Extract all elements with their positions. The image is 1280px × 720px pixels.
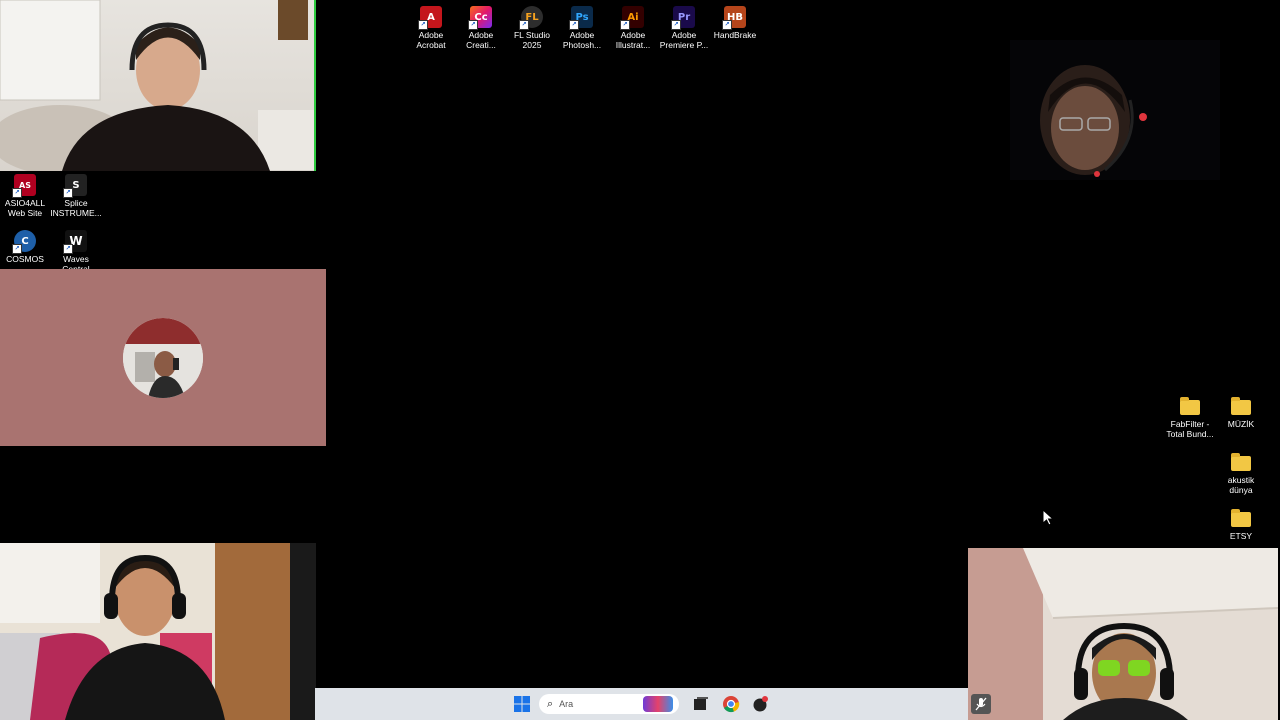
folder-icon [1231, 397, 1251, 415]
desktop-folder-akustik-dunya[interactable]: akustik dünya [1211, 452, 1271, 495]
desktop-folder-muzik[interactable]: MÜZİK [1211, 396, 1271, 429]
desktop-icon-splice[interactable]: S ↗ Splice INSTRUME... [46, 174, 106, 218]
desktop-icon-label: akustik dünya [1227, 475, 1255, 495]
desktop-icon-label: Splice INSTRUME... [50, 198, 102, 218]
participant-video-bottom-right[interactable] [968, 548, 1278, 720]
folder-icon [1231, 453, 1251, 471]
participant-video-frame [968, 548, 1278, 720]
participant-video-top-left[interactable] [0, 0, 316, 171]
search-icon: ⌕ [547, 697, 554, 710]
chrome-icon [723, 696, 740, 713]
premiere-icon: Pr ↗ [671, 6, 695, 30]
mouse-cursor-icon [1043, 510, 1055, 526]
start-button[interactable] [512, 694, 532, 714]
participant-avatar-tile[interactable] [0, 269, 326, 446]
waves-icon: W ↗ [63, 230, 87, 254]
acrobat-icon: A ↗ [418, 6, 442, 30]
avatar-photo [123, 318, 203, 398]
asio4all-icon: AS ↗ [12, 174, 36, 198]
participant-avatar [123, 318, 203, 398]
participant-video-frame [0, 543, 316, 720]
search-highlight-icon [643, 696, 673, 712]
handbrake-icon: HB ↗ [722, 6, 746, 30]
participant-video-frame [1040, 65, 1147, 177]
recorder-icon [753, 696, 768, 712]
cosmos-icon: C ↗ [12, 230, 36, 254]
mic-muted-icon [975, 697, 987, 711]
taskbar-search-input[interactable]: ⌕ Ara [539, 694, 679, 714]
task-view-button[interactable] [690, 694, 710, 714]
desktop-icon-label: HandBrake [713, 30, 757, 40]
folder-icon [1231, 509, 1251, 527]
illustrator-icon: Ai ↗ [620, 6, 644, 30]
desktop-icon-handbrake[interactable]: HB ↗ HandBrake [705, 6, 765, 40]
desktop-folder-etsy[interactable]: ETSY [1211, 508, 1271, 541]
task-view-icon [694, 697, 708, 710]
photoshop-icon: Ps ↗ [569, 6, 593, 30]
search-placeholder: Ara [559, 699, 574, 709]
taskbar-app-recorder[interactable] [751, 694, 771, 714]
participant-video-bottom-left[interactable] [0, 543, 316, 720]
fl-studio-icon: FL ↗ [519, 6, 543, 30]
taskbar-mic-muted[interactable] [971, 694, 991, 714]
creative-cloud-icon: Cc ↗ [468, 6, 492, 30]
desktop-icon-label: ETSY [1229, 531, 1253, 541]
desktop-icon-label: MÜZİK [1227, 419, 1255, 429]
taskbar-chrome[interactable] [721, 694, 741, 714]
splice-icon: S ↗ [63, 174, 87, 198]
folder-icon [1180, 397, 1200, 415]
taskbar: ⌕ Ara [315, 688, 991, 720]
windows-start-icon [514, 696, 530, 712]
desktop-icon-waves[interactable]: W↗ Waves Central [46, 230, 106, 274]
participant-video-frame [0, 0, 314, 171]
participant-video-top-right[interactable] [1010, 40, 1220, 180]
